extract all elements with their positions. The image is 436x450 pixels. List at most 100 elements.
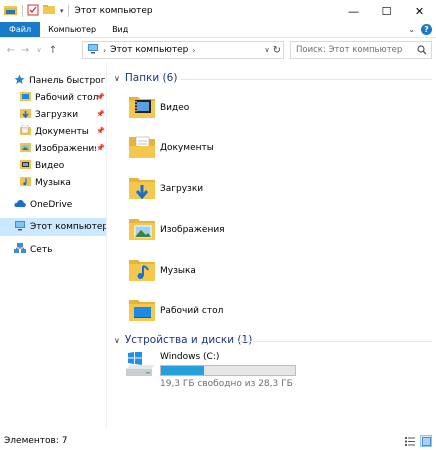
drive-usage-fill <box>161 366 204 375</box>
documents-folder-icon <box>128 132 156 163</box>
folder-desktop[interactable]: Рабочий стол <box>128 295 223 326</box>
group-divider <box>180 79 432 80</box>
sidebar-item-label: Изображения <box>35 143 96 154</box>
sidebar-item-label: Панель быстрого доступа <box>29 75 106 86</box>
separator <box>22 5 23 17</box>
pin-icon[interactable]: 📌 <box>96 93 105 101</box>
window-title: Этот компьютер <box>74 6 153 16</box>
folder-downloads[interactable]: Загрузки <box>128 173 203 204</box>
properties-icon[interactable] <box>27 4 39 19</box>
sidebar-item-label: Видео <box>35 160 65 171</box>
pictures-folder-icon <box>128 214 156 245</box>
up-button[interactable]: ↑ <box>46 42 60 58</box>
desktop-folder-icon <box>20 91 31 104</box>
sidebar-item-downloads[interactable]: Загрузки <box>20 106 96 123</box>
music-folder-icon <box>128 255 156 286</box>
windows-drive-icon <box>124 351 154 389</box>
navigation-pane: Панель быстрого доступа Рабочий стол 📌 З… <box>0 66 106 426</box>
sidebar-item-network[interactable]: Сеть <box>14 241 106 258</box>
sidebar-item-label: OneDrive <box>30 199 73 210</box>
group-header-folders[interactable]: ∨ Папки (6) <box>114 72 177 84</box>
title-bar: ▾ Этот компьютер — ☐ ✕ <box>0 0 436 22</box>
network-icon <box>14 242 26 257</box>
tab-computer[interactable]: Компьютер <box>40 22 104 37</box>
sidebar-item-label: Музыка <box>35 177 71 188</box>
sidebar-item-videos[interactable]: Видео <box>20 157 106 174</box>
search-input[interactable] <box>296 45 416 55</box>
drive-name: Windows (C:) <box>160 352 220 362</box>
sidebar-item-pictures[interactable]: Изображения <box>20 140 96 157</box>
collapse-chevron-icon[interactable]: ∨ <box>114 74 120 83</box>
sidebar-item-label: Документы <box>35 126 89 137</box>
address-controls: ∨ ↻ <box>264 42 281 58</box>
sidebar-item-desktop[interactable]: Рабочий стол <box>20 89 106 106</box>
ribbon-right-controls: ⌄ ? <box>408 24 432 35</box>
sidebar-item-quick-access[interactable]: Панель быстрого доступа <box>14 72 106 89</box>
close-button[interactable]: ✕ <box>403 0 436 22</box>
computer-icon <box>87 43 99 57</box>
downloads-folder-icon <box>128 173 156 204</box>
explorer-icon[interactable] <box>4 4 18 19</box>
computer-icon <box>14 220 26 234</box>
group-header-devices[interactable]: ∨ Устройства и диски (1) <box>114 334 252 346</box>
back-button[interactable]: ← <box>4 42 18 58</box>
item-count: Элементов: 7 <box>4 436 68 446</box>
tab-file[interactable]: Файл <box>0 22 41 37</box>
folder-documents[interactable]: Документы <box>128 132 214 163</box>
sidebar-item-label: Этот компьютер <box>30 222 106 232</box>
maximize-button[interactable]: ☐ <box>370 0 403 22</box>
sidebar-item-onedrive[interactable]: OneDrive <box>14 196 106 213</box>
downloads-folder-icon <box>20 108 31 122</box>
pin-icon[interactable]: 📌 <box>96 110 105 118</box>
documents-folder-icon <box>20 124 31 139</box>
sidebar-item-label: Сеть <box>30 244 53 255</box>
tab-view[interactable]: Вид <box>104 22 136 37</box>
collapse-chevron-icon[interactable]: ∨ <box>114 336 120 345</box>
pin-icon[interactable]: 📌 <box>96 144 105 152</box>
status-bar: Элементов: 7 <box>0 432 436 450</box>
forward-button[interactable]: → <box>18 42 32 58</box>
folder-videos[interactable]: Видео <box>128 92 189 123</box>
separator <box>67 5 69 17</box>
search-icon[interactable] <box>417 45 427 58</box>
videos-folder-icon <box>20 159 31 173</box>
breadcrumb-chevron[interactable]: › <box>192 46 195 55</box>
drive-usage-bar <box>160 365 296 376</box>
pane-divider[interactable] <box>106 62 107 430</box>
sidebar-item-this-pc[interactable]: Этот компьютер <box>0 218 106 236</box>
breadcrumb-chevron[interactable]: › <box>103 46 106 55</box>
drive-free-space: 19,3 ГБ свободно из 28,3 ГБ <box>160 379 293 389</box>
folder-pictures[interactable]: Изображения <box>128 214 225 245</box>
sidebar-item-music[interactable]: Музыка <box>20 174 106 191</box>
customize-quick-access-icon[interactable]: ▾ <box>60 7 64 15</box>
cloud-icon <box>14 199 26 211</box>
refresh-icon[interactable]: ↻ <box>273 45 281 56</box>
star-icon <box>14 74 25 88</box>
drive-c[interactable]: Windows (C:) 19,3 ГБ свободно из 28,3 ГБ <box>124 351 296 389</box>
minimize-button[interactable]: — <box>337 0 370 22</box>
folder-music[interactable]: Музыка <box>128 255 196 286</box>
recent-locations-button[interactable]: ∨ <box>32 42 46 58</box>
sidebar-item-documents[interactable]: Документы <box>20 123 96 140</box>
content-pane: ∨ Папки (6) Видео Документы Загрузки Изо… <box>110 66 436 426</box>
dropdown-chevron-icon[interactable]: ∨ <box>264 46 269 54</box>
navigation-bar: ← → ∨ ↑ › Этот компьютер › ∨ ↻ <box>0 38 436 62</box>
folder-label: Видео <box>160 102 190 113</box>
videos-folder-icon <box>128 92 156 123</box>
details-view-icon[interactable] <box>404 435 416 447</box>
folder-label: Рабочий стол <box>160 305 224 316</box>
view-switcher <box>404 435 432 447</box>
expand-ribbon-icon[interactable]: ⌄ <box>408 25 415 34</box>
help-icon[interactable]: ? <box>421 24 432 35</box>
tiles-view-icon[interactable] <box>420 435 432 447</box>
breadcrumb-this-pc[interactable]: Этот компьютер <box>110 45 188 55</box>
group-header-label: Папки (6) <box>124 72 178 84</box>
folder-label: Изображения <box>160 224 225 235</box>
search-box[interactable] <box>290 41 432 59</box>
pin-icon[interactable]: 📌 <box>96 127 105 135</box>
address-bar[interactable]: › Этот компьютер › ∨ ↻ <box>82 41 284 59</box>
new-folder-icon[interactable] <box>43 4 56 18</box>
folder-label: Документы <box>160 142 214 153</box>
window-controls: — ☐ ✕ <box>337 0 436 22</box>
sidebar-item-label: Загрузки <box>35 109 79 120</box>
